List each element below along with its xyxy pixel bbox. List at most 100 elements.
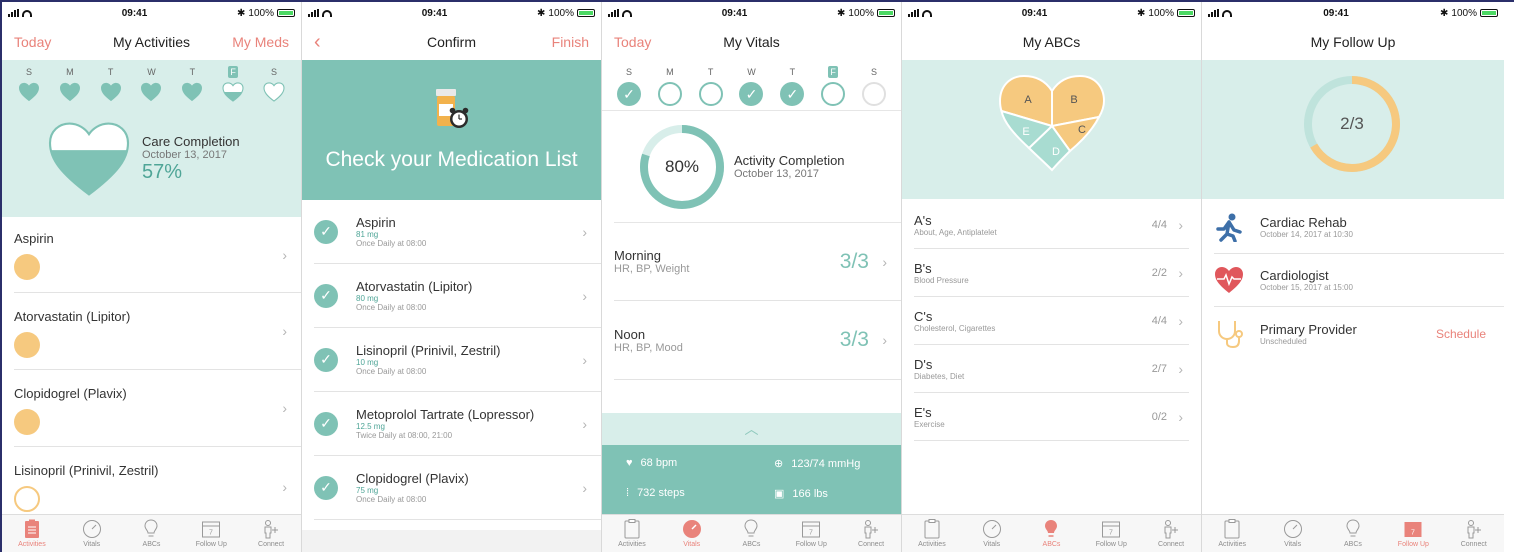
scale-icon: ▣ xyxy=(774,488,785,500)
list-item[interactable]: ✓ Aspirin 81 mg Once Daily at 08:00 › xyxy=(314,200,601,264)
signal-icon xyxy=(308,9,319,17)
tab-follow-up[interactable]: 7 Follow Up xyxy=(783,519,839,548)
finish-button[interactable]: Finish xyxy=(552,34,589,50)
tab-activities[interactable]: Activities xyxy=(4,519,60,548)
list-item[interactable]: ✓ Metoprolol Tartrate (Lopressor) 12.5 mg T… xyxy=(314,392,601,456)
gauge-icon xyxy=(982,519,1002,539)
completion-date: October 13, 2017 xyxy=(734,168,820,180)
tab-abcs[interactable]: ABCs xyxy=(723,519,779,548)
battery-icon xyxy=(276,9,295,17)
list-item[interactable]: E's Exercise 0/2 › xyxy=(914,393,1189,441)
day-tue[interactable]: T xyxy=(698,66,724,106)
tab-follow-up[interactable]: 7 Follow Up xyxy=(1385,519,1441,548)
tab-bar: Activities Vitals ABCs 7 Follow Up Connec… xyxy=(902,514,1201,552)
tab-abcs[interactable]: ABCs xyxy=(1325,519,1381,548)
bluetooth-icon: ✱ xyxy=(537,7,546,19)
list-item[interactable]: ✓ Clopidogrel (Plavix) 75 mg Once Daily at … xyxy=(314,456,601,520)
tab-activities[interactable]: Activities xyxy=(904,519,960,548)
list-item[interactable]: A's About, Age, Antiplatelet 4/4 › xyxy=(914,201,1189,249)
day-fri[interactable]: F xyxy=(820,66,846,106)
battery-percent: 100% xyxy=(548,7,574,19)
heartbeat-icon xyxy=(1215,267,1243,293)
check-circle-icon[interactable]: ✓ xyxy=(314,283,338,308)
list-item[interactable]: Atorvastatin (Lipitor) › xyxy=(14,293,301,370)
tab-activities[interactable]: Activities xyxy=(1204,519,1260,548)
tab-vitals[interactable]: Vitals xyxy=(1265,519,1321,548)
wifi-icon xyxy=(22,9,32,17)
chevron-right-icon: › xyxy=(582,351,587,368)
list-item[interactable]: ✓ Atorvastatin (Lipitor) 80 mg Once Daily a… xyxy=(314,264,601,328)
tab-connect[interactable]: Connect xyxy=(243,519,299,548)
clipboard-icon xyxy=(1222,519,1242,539)
check-circle-icon[interactable]: ✓ xyxy=(314,411,338,436)
svg-text:7: 7 xyxy=(1411,530,1415,537)
calendar-icon: 7 xyxy=(801,519,821,539)
day-wed[interactable]: W xyxy=(138,66,164,104)
wifi-icon xyxy=(622,9,632,17)
my-meds-button[interactable]: My Meds xyxy=(232,34,289,50)
tab-follow-up[interactable]: 7 Follow Up xyxy=(1083,519,1139,548)
wifi-icon xyxy=(322,9,332,17)
tab-connect[interactable]: Connect xyxy=(1446,519,1502,548)
tab-bar: Activities Vitals ABCs 7 Follow Up Connec… xyxy=(602,514,901,552)
day-tue[interactable]: T xyxy=(98,66,124,104)
expand-handle[interactable]: ︿ xyxy=(602,413,901,445)
list-item[interactable]: Cardiologist October 15, 2017 at 15:00 xyxy=(1214,254,1504,307)
battery-percent: 100% xyxy=(1451,7,1477,19)
tab-vitals[interactable]: Vitals xyxy=(964,519,1020,548)
ring-icon xyxy=(861,82,886,106)
today-button[interactable]: Today xyxy=(614,34,651,50)
battery-icon xyxy=(876,9,895,17)
tab-connect[interactable]: Connect xyxy=(1143,519,1199,548)
list-item[interactable]: D's Diabetes, Diet 2/7 › xyxy=(914,345,1189,393)
follow-up-screen: 09:41 ✱ 100% My Follow Up 2/3 Cardiac Reh… xyxy=(1202,2,1504,552)
check-circle-icon[interactable]: ✓ xyxy=(314,219,338,244)
list-item[interactable]: B's Blood Pressure 2/2 › xyxy=(914,249,1189,297)
ring-icon xyxy=(698,82,723,106)
lightbulb-icon xyxy=(1041,519,1061,539)
today-button[interactable]: Today xyxy=(14,34,51,50)
tab-abcs[interactable]: ABCs xyxy=(123,519,179,548)
list-item[interactable]: Cardiac Rehab October 14, 2017 at 10:30 xyxy=(1214,201,1504,254)
list-footer xyxy=(302,530,601,552)
status-time: 09:41 xyxy=(1021,7,1048,19)
status-dot xyxy=(14,332,40,358)
tab-connect[interactable]: Connect xyxy=(843,519,899,548)
day-sun[interactable]: S ✓ xyxy=(616,66,642,106)
day-thu[interactable]: T xyxy=(179,66,205,104)
list-item[interactable]: ✓ Lisinopril (Prinivil, Zestril) 10 mg Once… xyxy=(314,328,601,392)
list-item[interactable]: Morning HR, BP, Weight 3/3 › xyxy=(614,223,901,301)
tab-activities[interactable]: Activities xyxy=(604,519,660,548)
day-fri[interactable]: F xyxy=(220,66,246,104)
tab-follow-up[interactable]: 7 Follow Up xyxy=(183,519,239,548)
day-sun[interactable]: S xyxy=(16,66,42,104)
care-date: October 13, 2017 xyxy=(142,149,228,161)
day-mon[interactable]: M xyxy=(57,66,83,104)
chevron-right-icon: › xyxy=(582,415,587,432)
status-bar: 09:41 ✱ 100% xyxy=(1202,2,1504,24)
day-mon[interactable]: M xyxy=(657,66,683,106)
list-item[interactable]: C's Cholesterol, Cigarettes 4/4 › xyxy=(914,297,1189,345)
page-title: My Follow Up xyxy=(1310,34,1396,50)
day-sat[interactable]: S xyxy=(861,66,887,106)
day-sat[interactable]: S xyxy=(261,66,287,104)
tab-vitals[interactable]: Vitals xyxy=(664,519,720,548)
activities-screen: 09:41 ✱ 100% Today My Activities My Meds … xyxy=(2,2,302,552)
schedule-button[interactable]: Schedule xyxy=(1436,327,1486,341)
follow-up-count: 2/3 xyxy=(1340,114,1364,133)
back-chevron-icon[interactable]: ‹ xyxy=(314,32,321,52)
list-item[interactable]: Clopidogrel (Plavix) › xyxy=(14,370,301,447)
day-wed[interactable]: W ✓ xyxy=(738,66,764,106)
list-item[interactable]: Noon HR, BP, Mood 3/3 › xyxy=(614,301,901,380)
check-circle-icon[interactable]: ✓ xyxy=(314,475,338,500)
tab-abcs[interactable]: ABCs xyxy=(1023,519,1079,548)
check-circle-icon[interactable]: ✓ xyxy=(314,347,338,372)
status-bar: 09:41 ✱ 100% xyxy=(902,2,1201,24)
list-item[interactable]: Aspirin › xyxy=(14,217,301,293)
signal-icon xyxy=(1208,9,1219,17)
heart-icon xyxy=(141,82,162,102)
day-thu[interactable]: T ✓ xyxy=(779,66,805,106)
tab-vitals[interactable]: Vitals xyxy=(64,519,120,548)
list-item[interactable]: Primary Provider Unscheduled Schedule xyxy=(1214,307,1504,361)
chevron-right-icon: › xyxy=(282,323,287,339)
